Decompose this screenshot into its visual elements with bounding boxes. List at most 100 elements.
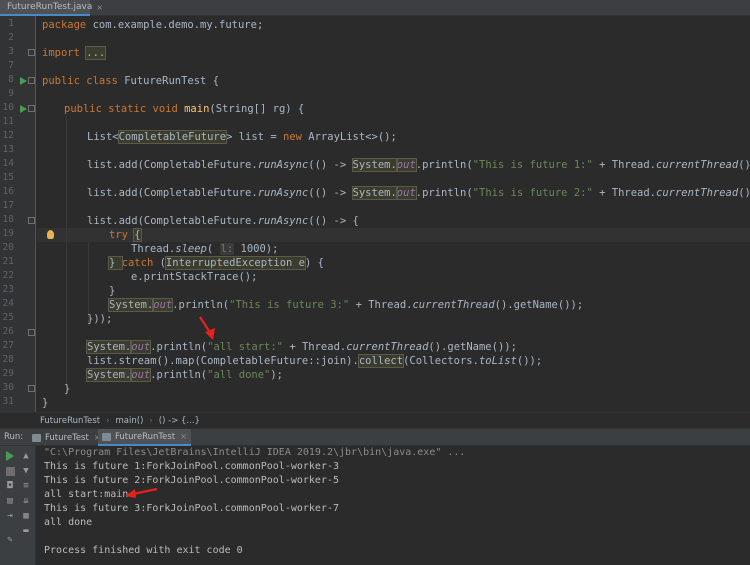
line-number: 10	[2, 102, 14, 113]
line-number: 13	[2, 144, 14, 155]
code-line-20: Thread.sleep( l: 1000);	[131, 243, 279, 255]
run-tab-futureruntest[interactable]: FutureRunTest ×	[98, 429, 191, 446]
code-line-29: System.out.println("all done");	[85, 368, 284, 382]
intention-bulb-icon[interactable]	[47, 230, 54, 239]
code-line-16: list.add(CompletableFuture.runAsync(() -…	[87, 186, 750, 200]
line-number: 3	[8, 46, 14, 57]
code-line-14: list.add(CompletableFuture.runAsync(() -…	[87, 158, 750, 172]
run-tab-label: FutureTest	[45, 432, 89, 443]
camera-icon[interactable]: ◘	[4, 480, 16, 492]
code-line-10: public static void main(String[] rg) {	[64, 103, 305, 115]
code-line-25: }));	[87, 313, 113, 325]
exit-icon[interactable]: ⇥	[4, 510, 16, 522]
current-line-highlight	[37, 228, 750, 242]
line-number: 25	[2, 312, 14, 323]
fold-marker[interactable]	[28, 329, 35, 336]
line-number: 17	[2, 200, 14, 211]
run-config-icon	[102, 432, 111, 441]
code-line-28: list.stream().map(CompletableFuture::joi…	[87, 354, 543, 368]
line-number: 9	[8, 88, 14, 99]
breadcrumb-separator: ›	[149, 415, 153, 426]
indent-guide	[66, 116, 67, 396]
line-number: 27	[2, 340, 14, 351]
scroll-to-end-icon[interactable]: ⇊	[20, 495, 32, 507]
run-gutter-icon[interactable]	[20, 105, 27, 113]
line-number: 23	[2, 284, 14, 295]
scroll-down-icon[interactable]: ▼	[20, 465, 32, 477]
code-line-1: package com.example.demo.my.future;	[42, 19, 264, 31]
line-number: 16	[2, 186, 14, 197]
tab-label: FutureRunTest.java	[7, 2, 93, 12]
scroll-up-icon[interactable]: ▲	[20, 450, 32, 462]
run-config-icon	[32, 433, 41, 442]
editor-tab-bar: FutureRunTest.java ×	[0, 0, 750, 16]
breadcrumb-item[interactable]: () -> {...}	[159, 416, 200, 426]
line-number: 22	[2, 270, 14, 281]
run-tab-label: FutureRunTest	[115, 431, 176, 442]
run-label: Run:	[4, 432, 24, 442]
print-icon[interactable]: ▦	[20, 510, 32, 522]
run-gutter-icon[interactable]	[20, 77, 27, 85]
annotation-arrow	[125, 487, 158, 498]
console-line: This is future 2:ForkJoinPool.commonPool…	[44, 475, 340, 486]
code-line-24: System.out.println("This is future 3:" +…	[107, 298, 584, 312]
line-number: 12	[2, 130, 14, 141]
code-line-8: public class FutureRunTest {	[42, 75, 220, 87]
line-number: 20	[2, 242, 14, 253]
line-number: 1	[8, 18, 14, 29]
console-line: "C:\Program Files\JetBrains\IntelliJ IDE…	[44, 447, 466, 458]
console-output[interactable]: "C:\Program Files\JetBrains\IntelliJ IDE…	[37, 446, 750, 565]
close-icon[interactable]: ×	[180, 432, 187, 441]
rerun-icon[interactable]	[4, 450, 16, 462]
line-number: 19	[2, 228, 14, 239]
fold-marker[interactable]	[28, 385, 35, 392]
code-line-30: }	[64, 383, 71, 395]
line-gutter: 1 3 8 10 11 12 13 14 15 16 17 18 19 20 2…	[0, 16, 36, 412]
breadcrumb-item[interactable]: main()	[116, 416, 144, 426]
trash-icon[interactable]: ▬	[20, 525, 32, 537]
console-line: all done	[44, 517, 93, 528]
line-number: 18	[2, 214, 14, 225]
run-tab-futuretest[interactable]: FutureTest ×	[28, 429, 105, 446]
line-number: 21	[2, 256, 14, 267]
fold-marker[interactable]	[28, 105, 35, 112]
line-number: 15	[2, 172, 14, 183]
run-toolbar: ▲ ▼ ◘ ≡ ▤ ⇊ ⇥ ▦ ▬ ✎	[0, 446, 36, 565]
restore-layout-icon[interactable]: ▤	[4, 495, 16, 507]
line-number: 26	[2, 326, 14, 337]
fold-marker[interactable]	[28, 77, 35, 84]
console-line: This is future 3:ForkJoinPool.commonPool…	[44, 503, 340, 514]
code-line-31: }	[42, 397, 49, 409]
line-number: 24	[2, 298, 14, 309]
console-line: This is future 1:ForkJoinPool.commonPool…	[44, 461, 340, 472]
console-line: Process finished with exit code 0	[44, 545, 243, 556]
line-number: 28	[2, 354, 14, 365]
pin-icon[interactable]: ✎	[4, 534, 16, 546]
console-line: all start:main	[44, 489, 129, 500]
soft-wrap-icon[interactable]: ≡	[20, 480, 32, 492]
code-line-3: import ...	[42, 46, 107, 60]
code-line-12: List<CompletableFuture> list = new Array…	[87, 130, 397, 144]
code-line-18: list.add(CompletableFuture.runAsync(() -…	[87, 215, 359, 227]
line-number: 11	[2, 116, 14, 127]
breadcrumb-item[interactable]: FutureRunTest	[40, 416, 100, 426]
code-line-22: e.printStackTrace();	[131, 271, 258, 283]
line-number: 14	[2, 158, 14, 169]
stop-icon[interactable]	[4, 465, 16, 477]
code-editor[interactable]: 1 3 8 10 11 12 13 14 15 16 17 18 19 20 2…	[0, 16, 750, 412]
line-number: 2	[8, 32, 14, 43]
run-tool-window-header: Run: FutureTest × FutureRunTest ×	[0, 428, 750, 446]
line-number: 30	[2, 382, 14, 393]
fold-marker[interactable]	[28, 49, 35, 56]
fold-marker[interactable]	[28, 217, 35, 224]
close-icon[interactable]: ×	[96, 3, 103, 12]
code-line-27: System.out.println("all start:" + Thread…	[85, 340, 517, 354]
code-line-19: try {	[109, 228, 142, 242]
line-number: 31	[2, 396, 14, 407]
breadcrumb: FutureRunTest › main() › () -> {...}	[0, 412, 750, 428]
annotation-arrow	[199, 316, 215, 340]
tab-futureruntest-java[interactable]: FutureRunTest.java ×	[0, 0, 103, 16]
line-number: 7	[8, 60, 14, 71]
breadcrumb-separator: ›	[106, 415, 110, 426]
line-number: 8	[8, 74, 14, 85]
